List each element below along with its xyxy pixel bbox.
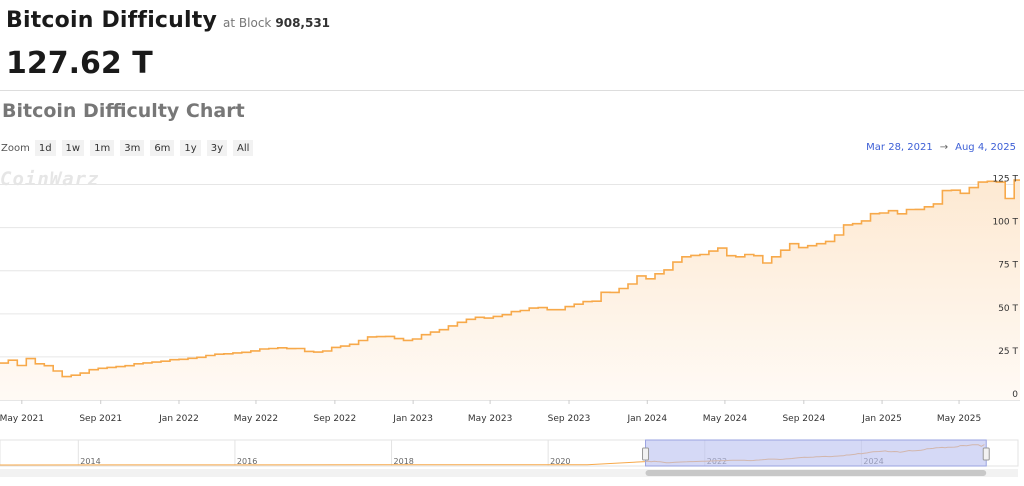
y-tick-label: 0: [1012, 390, 1018, 400]
x-tick-label: Sep 2024: [782, 414, 825, 424]
range-navigator[interactable]: 201420162018202020222024: [0, 439, 1019, 477]
x-tick-label: Sep 2022: [314, 414, 357, 424]
y-tick-label: 125 T: [992, 175, 1018, 185]
x-tick-label: Jan 2024: [626, 414, 667, 424]
x-tick-label: Jan 2022: [158, 414, 199, 424]
area-fill: [0, 180, 1020, 400]
navigator-left-handle[interactable]: [642, 447, 650, 461]
navigator-selected-range: [645, 439, 987, 467]
y-tick-label: 50 T: [998, 304, 1018, 314]
y-tick-label: 25 T: [998, 347, 1018, 357]
scrollbar-thumb[interactable]: [645, 470, 987, 476]
chart-area-series: [0, 179, 1020, 400]
x-tick-label: May 2021: [0, 414, 44, 424]
x-tick-label: May 2023: [468, 414, 512, 424]
x-tick-label: May 2022: [234, 414, 278, 424]
x-tick-label: May 2025: [937, 414, 981, 424]
y-tick-label: 100 T: [992, 218, 1018, 228]
x-tick-label: Sep 2021: [79, 414, 122, 424]
x-tick-label: May 2024: [703, 414, 748, 424]
x-tick-label: Jan 2025: [861, 414, 902, 424]
difficulty-chart: 0 25 T 50 T 75 T 100 T 125 T May 2021 Sep 2021…: [0, 175, 1020, 477]
x-tick-label: Sep 2023: [548, 414, 591, 424]
y-tick-label: 75 T: [998, 261, 1018, 271]
x-tick-label: Jan 2023: [392, 414, 433, 424]
navigator-right-handle[interactable]: [982, 447, 990, 461]
x-axis-tick-labels: May 2021 Sep 2021 Jan 2022 May 2022 Sep 2022…: [0, 400, 981, 424]
